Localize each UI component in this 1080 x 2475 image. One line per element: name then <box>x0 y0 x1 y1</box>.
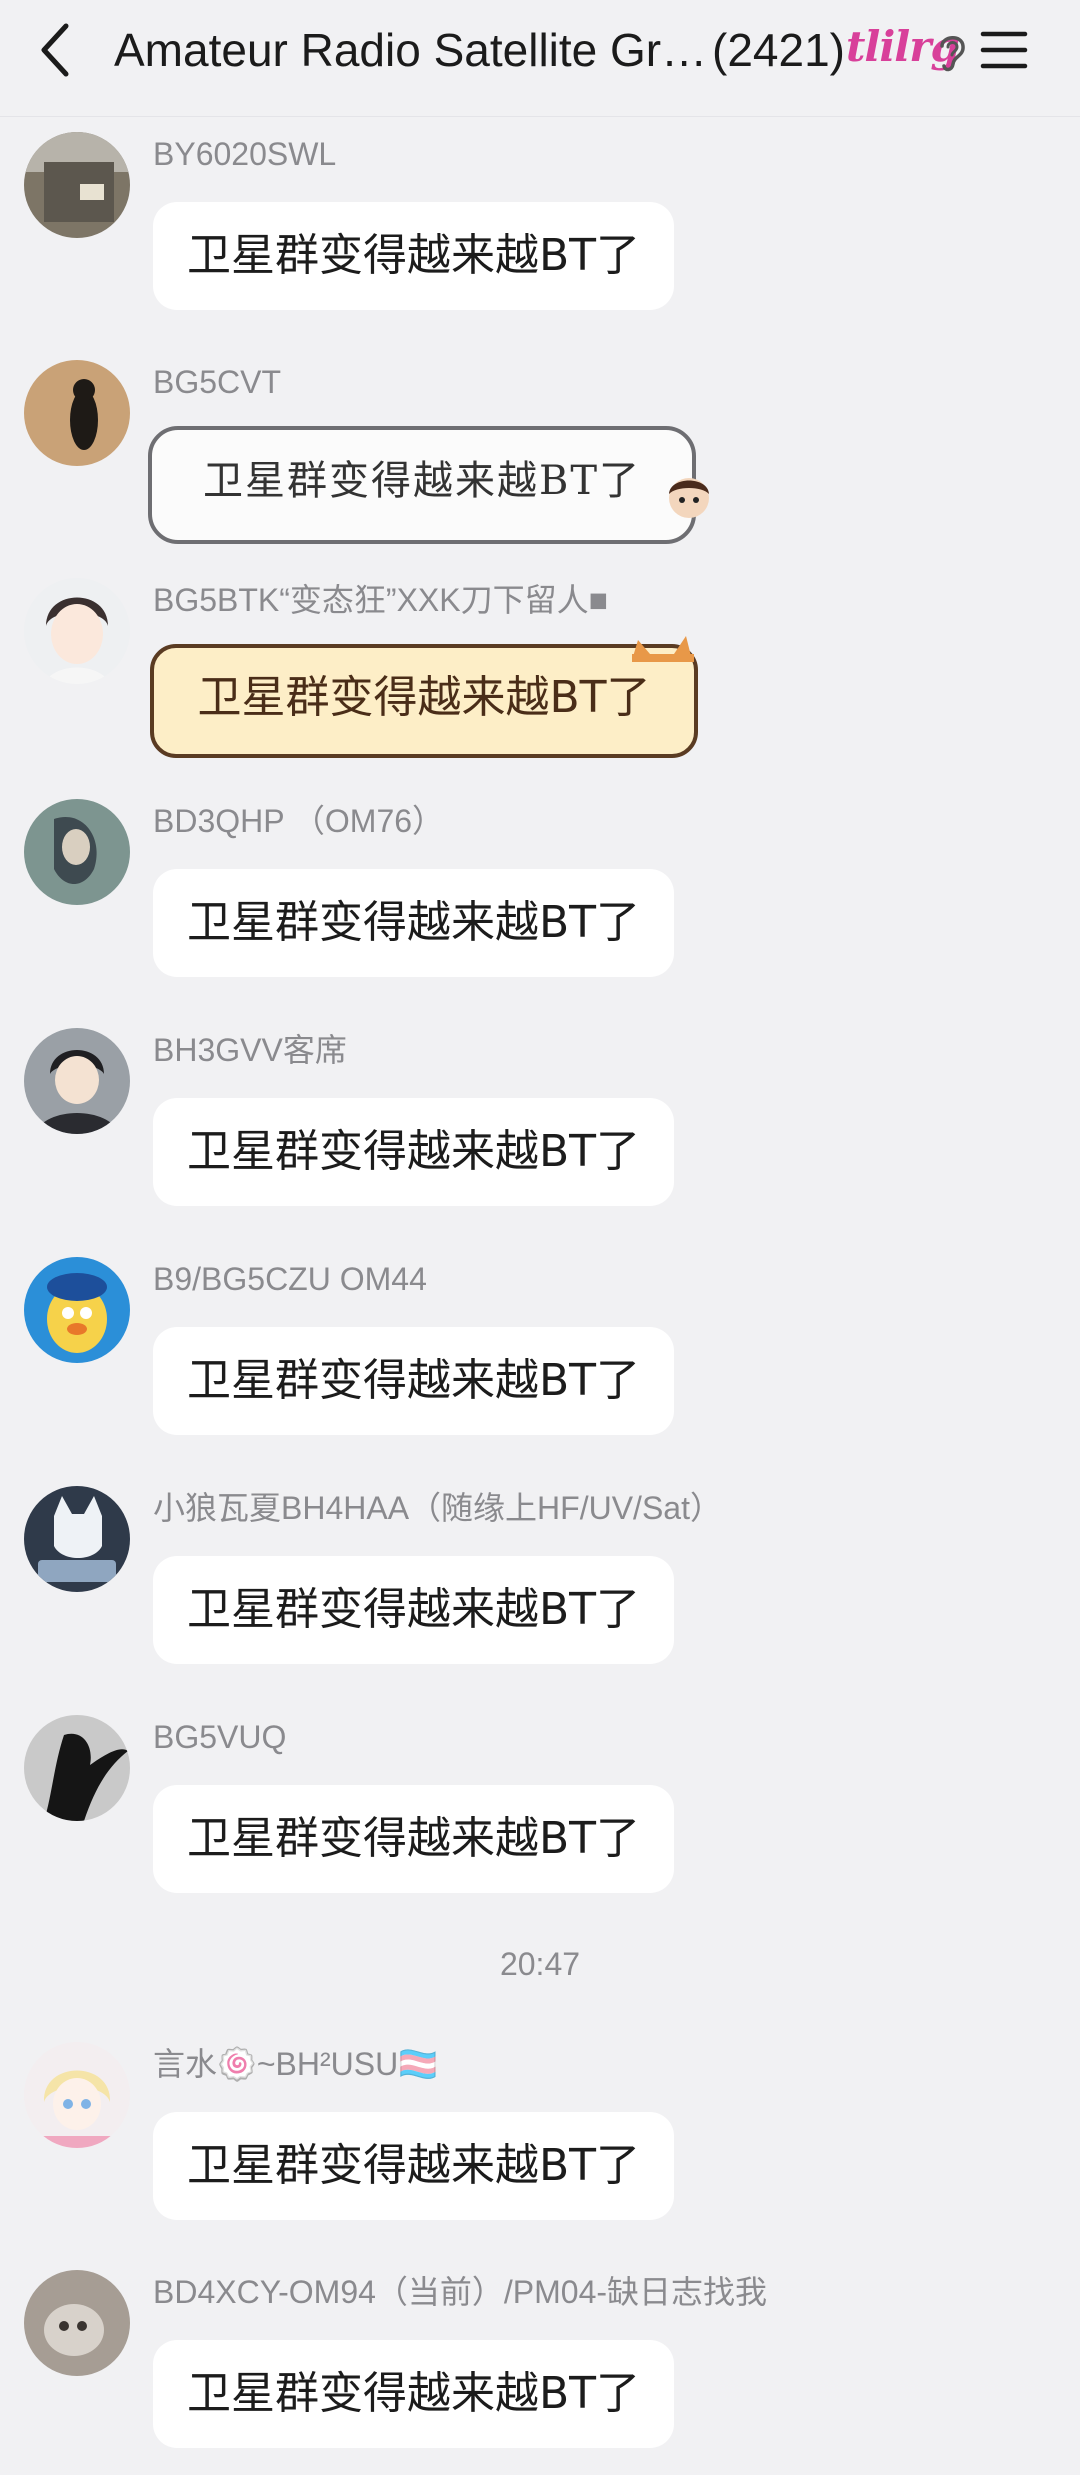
bubble-character-sticker <box>664 470 714 530</box>
chat-header: Amateur Radio Satellite Gr… (2421) tlilr… <box>0 0 1080 117</box>
back-icon[interactable] <box>30 18 86 82</box>
avatar[interactable] <box>24 1028 130 1134</box>
message-item: BD3QHP （OM76） 卫星群变得越来越BT了 <box>0 797 1080 987</box>
menu-icon[interactable] <box>980 28 1028 72</box>
message-bubble[interactable]: 卫星群变得越来越BT了 <box>153 1785 674 1893</box>
avatar[interactable] <box>24 1257 130 1363</box>
sender-name: BG5CVT <box>153 364 282 400</box>
message-bubble[interactable]: 卫星群变得越来越BT了 <box>153 2340 674 2448</box>
group-title[interactable]: Amateur Radio Satellite Gr… <box>114 18 744 82</box>
avatar[interactable] <box>24 799 130 905</box>
avatar[interactable] <box>24 2270 130 2376</box>
message-bubble[interactable]: 卫星群变得越来越BT了 <box>153 2112 674 2220</box>
message-bubble[interactable]: 卫星群变得越来越BT了 <box>150 644 698 758</box>
message-item: BD4XCY-OM94（当前）/PM04-缺日志找我 卫星群变得越来越BT了 <box>0 2268 1080 2458</box>
sender-name: BG5BTK“变态狂”XXK刀下留人■ <box>153 582 608 618</box>
sender-name: BY6020SWL <box>153 136 337 172</box>
sender-name: BD3QHP （OM76） <box>153 803 445 839</box>
sender-name: BG5VUQ <box>153 1719 287 1755</box>
avatar[interactable] <box>24 132 130 238</box>
message-bubble[interactable]: 卫星群变得越来越BT了 <box>153 202 674 310</box>
sender-name: 言水🍥~BH²USU🏳️‍⚧️ <box>153 2046 439 2082</box>
avatar[interactable] <box>24 360 130 466</box>
message-item: BH3GVV客席 卫星群变得越来越BT了 <box>0 1026 1080 1216</box>
avatar[interactable] <box>24 1486 130 1592</box>
message-item: B9/BG5CZU OM44 卫星群变得越来越BT了 <box>0 1255 1080 1445</box>
message-item: BG5CVT 卫星群变得越来越BT了 <box>0 358 1080 558</box>
member-count: (2421) <box>712 24 845 76</box>
message-item: 言水🍥~BH²USU🏳️‍⚧️ 卫星群变得越来越BT了 <box>0 2040 1080 2230</box>
avatar[interactable] <box>24 2042 130 2148</box>
time-divider: 20:47 <box>499 1946 581 1982</box>
sender-name: B9/BG5CZU OM44 <box>153 1261 427 1297</box>
message-item: BY6020SWL 卫星群变得越来越BT了 <box>0 130 1080 320</box>
cat-ears-icon <box>628 632 698 662</box>
message-bubble[interactable]: 卫星群变得越来越BT了 <box>153 1556 674 1664</box>
avatar[interactable] <box>24 1715 130 1821</box>
message-bubble[interactable]: 卫星群变得越来越BT了 <box>153 1098 674 1206</box>
message-item: BG5VUQ 卫星群变得越来越BT了 <box>0 1713 1080 1903</box>
avatar[interactable] <box>24 578 130 684</box>
sender-name: BD4XCY-OM94（当前）/PM04-缺日志找我 <box>153 2274 768 2310</box>
message-bubble[interactable]: 卫星群变得越来越BT了 <box>153 869 674 977</box>
message-bubble[interactable]: 卫星群变得越来越BT了 <box>148 426 696 544</box>
sender-name: BH3GVV客席 <box>153 1032 347 1068</box>
sender-name: 小狼瓦夏BH4HAA（随缘上HF/UV/Sat） <box>153 1490 722 1526</box>
ear-icon[interactable] <box>934 30 970 74</box>
message-item: BG5BTK“变态狂”XXK刀下留人■ 卫星群变得越来越BT了 <box>0 576 1080 776</box>
message-item: 小狼瓦夏BH4HAA（随缘上HF/UV/Sat） 卫星群变得越来越BT了 <box>0 1484 1080 1674</box>
message-bubble[interactable]: 卫星群变得越来越BT了 <box>153 1327 674 1435</box>
